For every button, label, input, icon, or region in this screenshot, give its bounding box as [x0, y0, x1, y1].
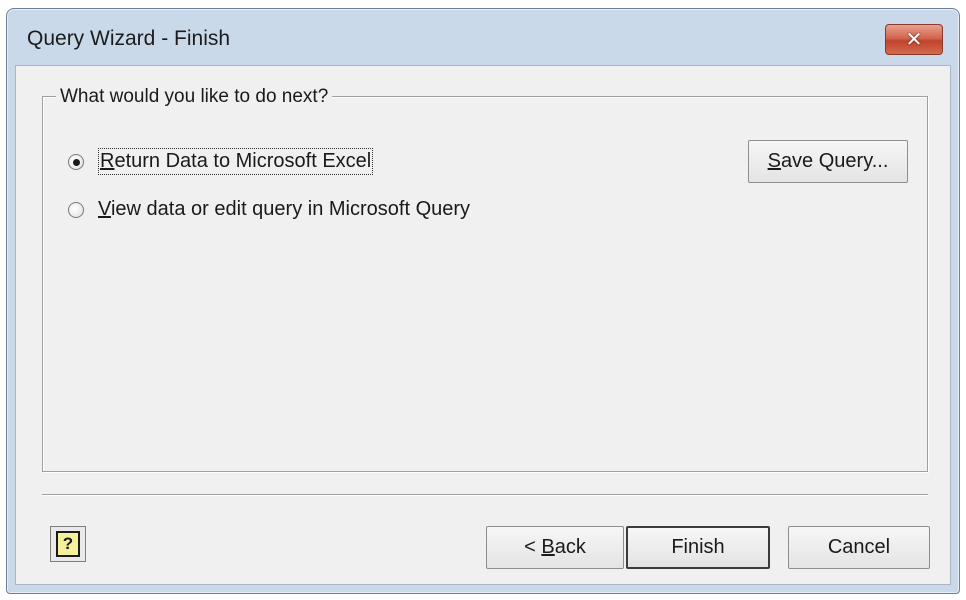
- window-title: Query Wizard - Finish: [27, 27, 231, 50]
- accesskey-r: R: [100, 150, 115, 172]
- groupbox-legend: What would you like to do next?: [56, 86, 333, 108]
- close-icon: ✕: [905, 29, 923, 51]
- option-view-edit-query-label[interactable]: View data or edit query in Microsoft Que…: [98, 198, 470, 221]
- accesskey-b: B: [541, 536, 555, 558]
- option-return-data[interactable]: Return Data to Microsoft Excel: [68, 148, 374, 175]
- option-view-edit-query-text: iew data or edit query in Microsoft Quer…: [110, 198, 471, 220]
- option-return-data-text: eturn Data to Microsoft Excel: [114, 150, 372, 172]
- back-label: ack: [554, 536, 586, 558]
- title-bar[interactable]: Query Wizard - Finish ✕: [7, 9, 959, 65]
- cancel-label: Cancel: [827, 536, 891, 558]
- cancel-button[interactable]: Cancel: [788, 526, 930, 569]
- save-query-label: ave Query...: [780, 150, 889, 172]
- finish-button[interactable]: Finish: [626, 526, 770, 569]
- help-button[interactable]: ?: [50, 526, 86, 562]
- option-return-data-label[interactable]: Return Data to Microsoft Excel: [98, 148, 374, 175]
- accesskey-s: S: [767, 150, 781, 172]
- close-button[interactable]: ✕: [885, 24, 943, 55]
- radio-view-edit-query[interactable]: [68, 201, 84, 218]
- button-separator: [42, 494, 928, 496]
- save-query-button[interactable]: Save Query...: [748, 140, 908, 183]
- help-icon: ?: [56, 531, 80, 557]
- back-button[interactable]: < Back: [486, 526, 624, 569]
- option-view-edit-query[interactable]: View data or edit query in Microsoft Que…: [68, 198, 470, 221]
- back-prefix: <: [524, 536, 542, 558]
- accesskey-v: V: [98, 198, 111, 220]
- dialog-body: What would you like to do next? Return D…: [15, 65, 951, 585]
- radio-return-data[interactable]: [68, 153, 84, 170]
- finish-label: Finish: [671, 536, 725, 558]
- query-wizard-window: Query Wizard - Finish ✕ What would you l…: [6, 8, 960, 594]
